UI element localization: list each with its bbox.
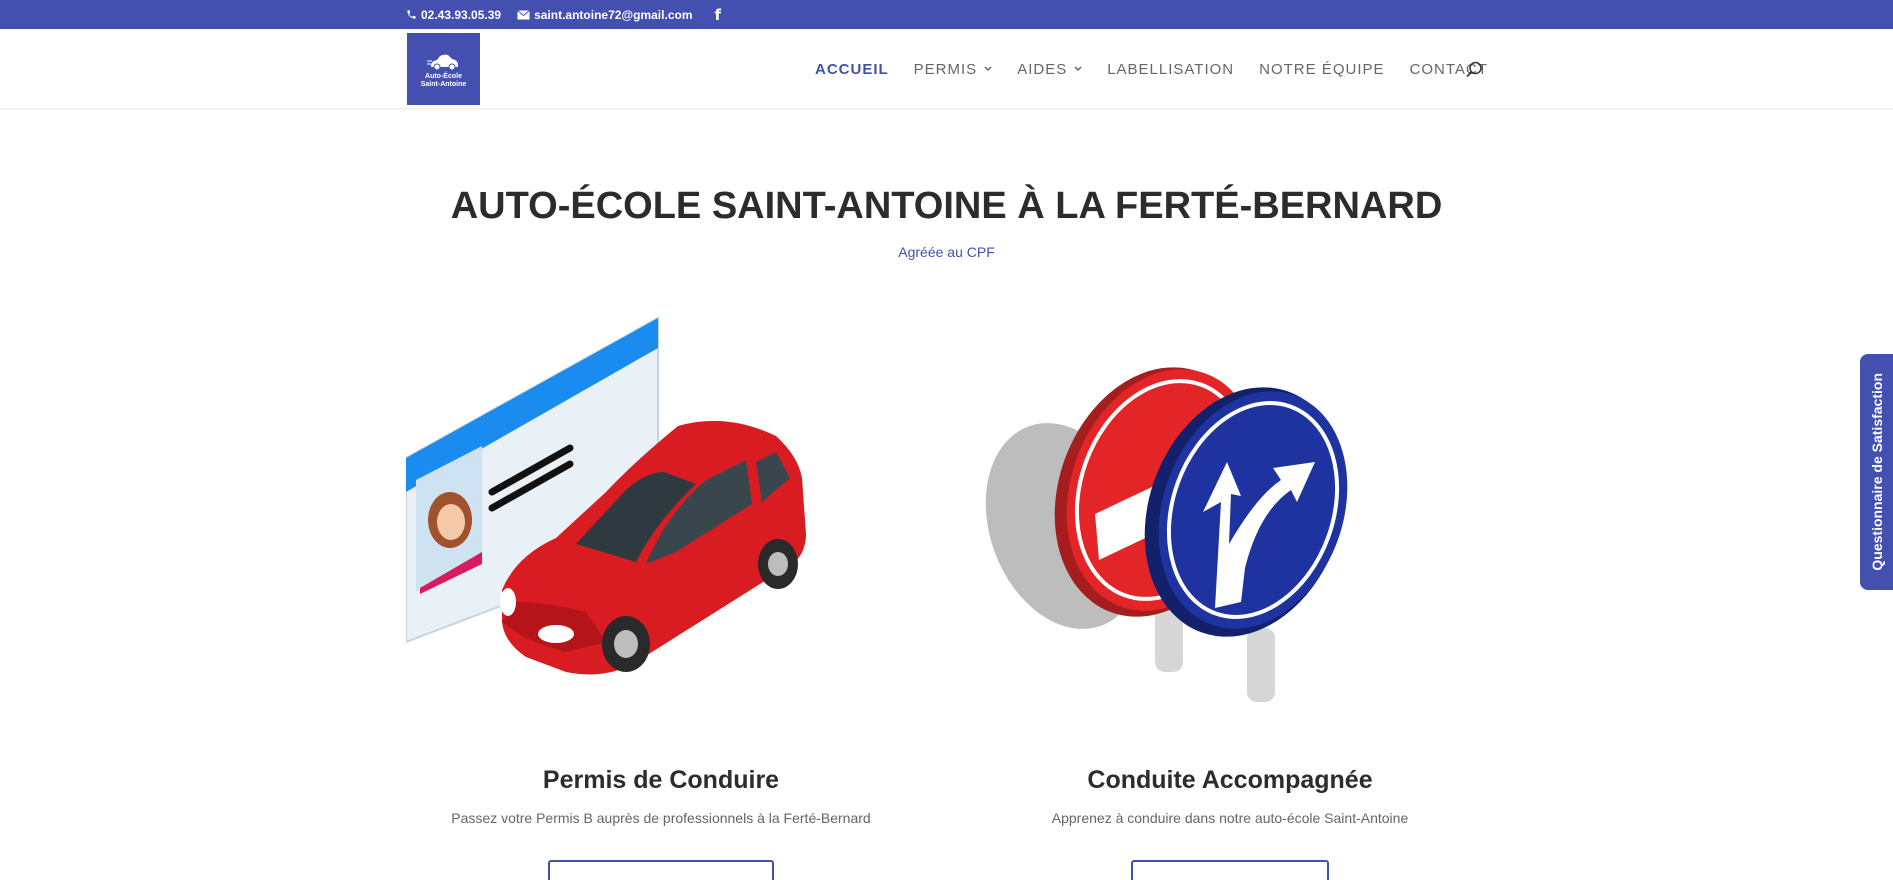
road-signs-illustration xyxy=(985,367,1348,702)
top-bar: 02.43.93.05.39 saint.antoine72@gmail.com… xyxy=(0,0,1893,29)
nav-item-labellisation[interactable]: LABELLISATION xyxy=(1107,61,1234,78)
car-logo-icon xyxy=(426,54,458,71)
phone-link[interactable]: 02.43.93.05.39 xyxy=(406,8,501,22)
satisfaction-survey-label: Questionnaire de Satisfaction xyxy=(1868,373,1885,571)
card-conduite: Conduite Accompagnée Apprenez à conduire… xyxy=(975,312,1485,880)
logo-line-2: Saint-Antoine xyxy=(420,81,467,88)
nav-label: PERMIS xyxy=(913,60,978,78)
logo-line-1: Auto-École xyxy=(425,73,462,80)
search-icon[interactable] xyxy=(1466,61,1483,83)
cpf-subtitle-link[interactable]: Agréée au CPF xyxy=(0,244,1893,260)
nav-item-accueil[interactable]: ACCUEIL xyxy=(815,61,889,78)
nav-label: AIDES xyxy=(1017,60,1068,78)
card-button-conduite[interactable] xyxy=(1131,860,1329,880)
email-address: saint.antoine72@gmail.com xyxy=(534,7,693,22)
card-title: Permis de Conduire xyxy=(542,766,780,794)
chevron-down-icon xyxy=(984,66,992,72)
license-car-illustration xyxy=(406,316,806,675)
phone-number: 02.43.93.05.39 xyxy=(421,7,502,22)
nav-item-notre-equipe[interactable]: NOTRE ÉQUIPE xyxy=(1259,61,1384,78)
site-logo[interactable]: Auto-École Saint-Antoine xyxy=(407,33,480,105)
site-header: Auto-École Saint-Antoine ACCUEIL PERMIS … xyxy=(0,29,1893,109)
satisfaction-survey-tab[interactable]: Questionnaire de Satisfaction xyxy=(1860,354,1893,590)
facebook-icon[interactable]: f xyxy=(715,6,722,24)
nav-label: ACCUEIL xyxy=(815,60,889,78)
page-title: AUTO-ÉCOLE SAINT-ANTOINE À LA FERTÉ-BERN… xyxy=(450,185,1443,227)
chevron-down-icon xyxy=(1074,66,1082,72)
nav-label: NOTRE ÉQUIPE xyxy=(1259,60,1385,78)
card-permis: Permis de Conduire Passez votre Permis B… xyxy=(406,312,916,880)
nav-item-aides[interactable]: AIDES xyxy=(1017,61,1082,78)
phone-icon xyxy=(407,10,416,19)
card-description: Apprenez à conduire dans notre auto-écol… xyxy=(1051,810,1409,826)
card-button-permis[interactable] xyxy=(548,860,774,880)
card-title: Conduite Accompagnée xyxy=(1087,766,1373,794)
nav-label: LABELLISATION xyxy=(1107,60,1235,78)
envelope-icon xyxy=(517,9,530,19)
nav-item-permis[interactable]: PERMIS xyxy=(914,61,993,78)
main-nav: ACCUEIL PERMIS AIDES LABELLISATION NOTRE… xyxy=(815,29,1513,109)
logo-text: Auto-École Saint-Antoine xyxy=(421,73,467,89)
card-description: Passez votre Permis B auprès de professi… xyxy=(451,810,871,826)
email-link[interactable]: saint.antoine72@gmail.com xyxy=(517,7,693,22)
